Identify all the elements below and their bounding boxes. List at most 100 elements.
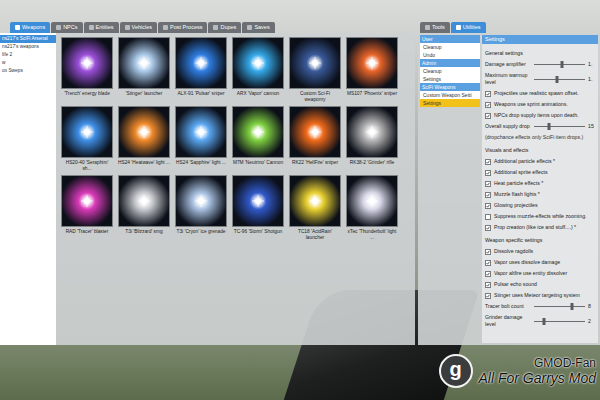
weapon-card[interactable]: MS107 'Phoenix' sniper — [346, 37, 398, 102]
tree-item[interactable]: Settings — [420, 75, 480, 83]
checkbox-row[interactable]: Muzzle flash lights * — [485, 191, 595, 198]
slider-track[interactable] — [534, 318, 585, 325]
checkbox-row[interactable]: Additional sprite effects — [485, 169, 595, 176]
weapon-card[interactable]: ALX-91 'Pulsar' sniper — [175, 37, 227, 102]
weapon-card[interactable]: T3i 'Blizzard' smg — [118, 175, 170, 240]
checkbox[interactable] — [485, 102, 491, 108]
weapon-card[interactable]: T3i 'Cryon' ice grenade — [175, 175, 227, 240]
tab[interactable]: Vehicles — [120, 22, 158, 33]
weapon-icon[interactable] — [289, 37, 341, 89]
checkbox[interactable] — [485, 214, 491, 220]
checkbox-row[interactable]: Vapor uses dissolve damage — [485, 259, 595, 266]
weapon-icon[interactable] — [175, 37, 227, 89]
slider-thumb[interactable] — [571, 303, 574, 310]
checkbox[interactable] — [485, 249, 491, 255]
weapon-card[interactable]: RK38-2 'Grinder' rifle — [346, 106, 398, 171]
slider-thumb[interactable] — [555, 76, 558, 83]
weapon-card[interactable]: TC18 'AcidRain' launcher — [289, 175, 341, 240]
checkbox-row[interactable]: Prop creation (like ice and stuff....) * — [485, 224, 595, 231]
weapon-icon[interactable] — [61, 106, 113, 158]
tree-item[interactable]: Settings — [420, 99, 480, 107]
tab[interactable]: NPCs — [51, 22, 82, 33]
weapon-card[interactable]: 'Trench' energy blade — [61, 37, 113, 102]
tab[interactable]: Dupes — [208, 22, 241, 33]
checkbox-row[interactable]: Glowing projectiles — [485, 202, 595, 209]
slider-track[interactable] — [534, 76, 585, 83]
checkbox[interactable] — [485, 260, 491, 266]
tab[interactable]: Tools — [420, 22, 450, 33]
slider-track[interactable] — [534, 123, 585, 130]
tree-item[interactable]: Undo — [420, 51, 480, 59]
checkbox[interactable] — [485, 91, 491, 97]
checkbox[interactable] — [485, 170, 491, 176]
tree-header[interactable]: User — [420, 35, 480, 43]
weapon-icon[interactable] — [346, 106, 398, 158]
checkbox-row[interactable]: Heat particle effects * — [485, 180, 595, 187]
checkbox-row[interactable]: Additional particle effects * — [485, 158, 595, 165]
checkbox-row[interactable]: Suppress muzzle-effects while zooming. — [485, 213, 595, 220]
sidebar-item[interactable]: ns217's weapons — [0, 43, 56, 51]
weapon-icon[interactable] — [118, 175, 170, 227]
checkbox[interactable] — [485, 282, 491, 288]
checkbox[interactable] — [485, 203, 491, 209]
checkbox[interactable] — [485, 293, 491, 299]
weapon-icon[interactable] — [232, 175, 284, 227]
weapon-icon[interactable] — [118, 37, 170, 89]
slider-thumb[interactable] — [561, 61, 564, 68]
checkbox[interactable] — [485, 225, 491, 231]
tab[interactable]: Post Process — [158, 22, 207, 33]
tree-item[interactable]: Cleanup — [420, 43, 480, 51]
weapon-card[interactable]: ARX 'Vapor' cannon — [232, 37, 284, 102]
tree-item[interactable]: Custom Weapon Setti — [420, 91, 480, 99]
weapon-card[interactable]: 'Stinger' launcher — [118, 37, 170, 102]
tab[interactable]: Saves — [242, 22, 274, 33]
weapon-icon[interactable] — [346, 37, 398, 89]
weapon-icon[interactable] — [61, 175, 113, 227]
weapon-icon[interactable] — [175, 175, 227, 227]
tab[interactable]: Utilities — [451, 22, 486, 33]
checkbox-row[interactable]: NPCs drop supply items upon death. — [485, 112, 595, 119]
checkbox[interactable] — [485, 159, 491, 165]
checkbox-row[interactable]: Vapor altfire use entity dissolver — [485, 270, 595, 277]
checkbox-row[interactable]: Weapons use sprint animations. — [485, 101, 595, 108]
weapon-icon[interactable] — [289, 175, 341, 227]
checkbox-row[interactable]: Pulsar echo sound — [485, 281, 595, 288]
slider-track[interactable] — [534, 303, 585, 310]
sidebar-item[interactable]: ox Sweps — [0, 67, 56, 75]
tab[interactable]: Entities — [84, 22, 119, 33]
checkbox[interactable] — [485, 181, 491, 187]
weapon-icon[interactable] — [289, 106, 341, 158]
tree-header[interactable]: SciFi Weapons — [420, 83, 480, 91]
weapon-card[interactable]: Custom Sci-Fi weaponry — [289, 37, 341, 102]
weapon-card[interactable]: HS24 'Heatwave' light ... — [118, 106, 170, 171]
checkbox[interactable] — [485, 271, 491, 277]
weapon-icon[interactable] — [232, 106, 284, 158]
slider-thumb[interactable] — [543, 318, 546, 325]
checkbox-row[interactable]: Stinger uses Meteor targeting system — [485, 292, 595, 299]
weapon-card[interactable]: HS20-40 'Seraphim' sh... — [61, 106, 113, 171]
sidebar-item[interactable]: ns217's SciFi Arsenal — [0, 35, 56, 43]
weapon-card[interactable]: RAD 'Tracer' blaster — [61, 175, 113, 240]
weapon-card[interactable]: TC-96 'Storm' Shotgun — [232, 175, 284, 240]
tab[interactable]: Weapons — [10, 22, 50, 33]
weapon-icon[interactable] — [118, 106, 170, 158]
sidebar-item[interactable]: w — [0, 59, 56, 67]
weapon-icon[interactable] — [232, 37, 284, 89]
tree-header[interactable]: Admin — [420, 59, 480, 67]
weapon-card[interactable]: xTec 'Thunderbolt' light ... — [346, 175, 398, 240]
weapon-icon[interactable] — [61, 37, 113, 89]
checkbox-row[interactable]: Dissolve ragdolls — [485, 248, 595, 255]
checkbox[interactable] — [485, 192, 491, 198]
weapon-label: 'Trench' energy blade — [61, 91, 113, 97]
checkbox-row[interactable]: Projectiles use realistic spawn offset. — [485, 90, 595, 97]
weapon-icon[interactable] — [346, 175, 398, 227]
checkbox[interactable] — [485, 113, 491, 119]
weapon-card[interactable]: HS24 'Sapphire' light ... — [175, 106, 227, 171]
weapon-icon[interactable] — [175, 106, 227, 158]
slider-track[interactable] — [534, 61, 585, 68]
weapon-card[interactable]: RK22 'HellFire' sniper — [289, 106, 341, 171]
tree-item[interactable]: Cleanup — [420, 67, 480, 75]
sidebar-item[interactable]: life 2 — [0, 51, 56, 59]
slider-thumb[interactable] — [548, 123, 551, 130]
weapon-card[interactable]: M7M 'Neutrino' Cannon — [232, 106, 284, 171]
